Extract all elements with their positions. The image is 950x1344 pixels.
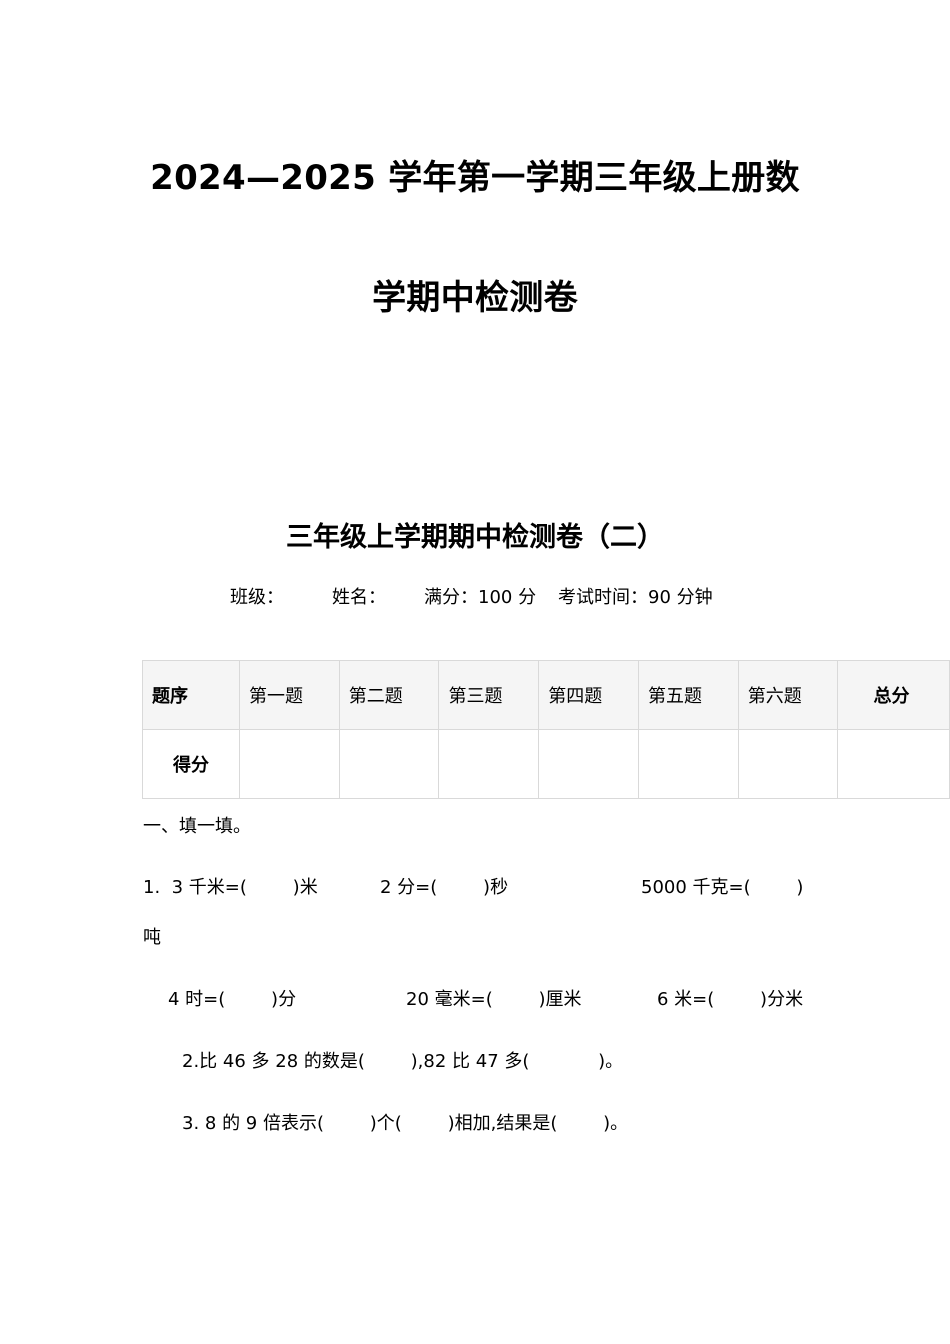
column-header-5: 第五题 xyxy=(637,660,739,730)
document-title-line-2: 学期中检测卷 xyxy=(372,278,578,318)
score-cell-total[interactable] xyxy=(837,729,950,799)
column-header-6: 第六题 xyxy=(737,660,839,730)
question-3: 3. 8 的 9 倍表示( )个( )相加,结果是( )。 xyxy=(182,1113,629,1134)
score-cell-6[interactable] xyxy=(737,729,839,799)
column-header-1: 第一题 xyxy=(238,660,340,730)
score-table: 题序 第一题 第二题 第三题 第四题 第五题 第六题 总分 得分 xyxy=(142,660,950,799)
score-table-score-row: 得分 xyxy=(142,729,950,799)
document-title-line-1: 2024—2025 学年第一学期三年级上册数 xyxy=(150,158,800,198)
question-1-part-d: 4 时=( )分 xyxy=(168,989,297,1010)
score-cell-2[interactable] xyxy=(338,729,440,799)
exam-time-text: 考试时间：90 分钟 xyxy=(558,587,713,608)
name-label: 姓名： xyxy=(332,587,386,608)
score-cell-3[interactable] xyxy=(438,729,540,799)
question-1-part-f: 6 米=( )分米 xyxy=(657,989,804,1010)
exam-info-line: 班级： 姓名： 满分：100 分考试时间：90 分钟 xyxy=(230,586,713,610)
score-cell-1[interactable] xyxy=(238,729,340,799)
class-label: 班级： xyxy=(230,587,284,608)
exam-subtitle: 三年级上学期期中检测卷（二） xyxy=(286,522,664,553)
question-1-part-c: 5000 千克=( ) xyxy=(641,877,804,898)
question-1-part-b: 2 分=( )秒 xyxy=(380,877,509,898)
column-header-2: 第二题 xyxy=(338,660,440,730)
question-2: 2.比 46 多 28 的数是( ),82 比 47 多( )。 xyxy=(182,1051,624,1072)
total-header-cell: 总分 xyxy=(837,660,950,730)
score-cell-4[interactable] xyxy=(538,729,639,799)
column-header-3: 第三题 xyxy=(438,660,540,730)
score-table-header-row: 题序 第一题 第二题 第三题 第四题 第五题 第六题 总分 xyxy=(142,660,950,730)
full-score-text: 满分：100 分 xyxy=(424,587,537,608)
question-1-part-c-unit: 吨 xyxy=(143,927,161,948)
score-cell-5[interactable] xyxy=(637,729,739,799)
section-1-heading: 一、填一填。 xyxy=(143,816,251,837)
question-1-part-a: 1. 3 千米=( )米 xyxy=(143,877,318,898)
score-row-label: 得分 xyxy=(142,729,240,799)
question-1-part-e: 20 毫米=( )厘米 xyxy=(406,989,582,1010)
row-header-cell: 题序 xyxy=(142,660,240,730)
column-header-4: 第四题 xyxy=(538,660,639,730)
